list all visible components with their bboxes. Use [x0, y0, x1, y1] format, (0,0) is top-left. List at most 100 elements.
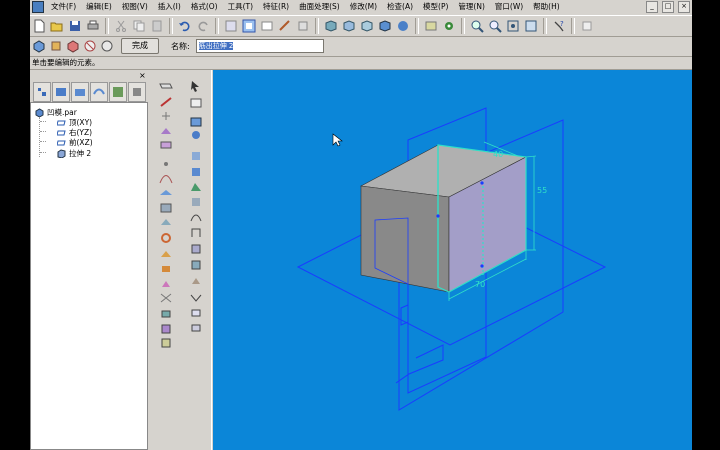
- reorient-icon[interactable]: [523, 18, 539, 34]
- restore-button[interactable]: □: [662, 1, 674, 13]
- close-button[interactable]: ×: [678, 1, 690, 13]
- shell-tool-icon[interactable]: [189, 243, 203, 255]
- layer-tab-icon[interactable]: [52, 82, 70, 102]
- folder-tab-icon[interactable]: [71, 82, 89, 102]
- model-tree-tab-icon[interactable]: [33, 82, 51, 102]
- menu-analysis[interactable]: 检查(A): [382, 0, 418, 14]
- menu-manage[interactable]: 管理(N): [453, 0, 489, 14]
- menu-format[interactable]: 格式(O): [186, 0, 223, 14]
- redo-icon[interactable]: [195, 18, 211, 34]
- menu-window[interactable]: 窗口(W): [490, 0, 528, 14]
- view-iso-icon[interactable]: [359, 18, 375, 34]
- menu-help[interactable]: 帮助(H): [528, 0, 565, 14]
- library-tab-icon[interactable]: [128, 82, 146, 102]
- menu-model[interactable]: 模型(P): [418, 0, 453, 14]
- group-icon[interactable]: [159, 337, 173, 349]
- rib-tool-icon[interactable]: [189, 259, 203, 271]
- cut-icon[interactable]: [113, 18, 129, 34]
- zoom-out-icon[interactable]: [487, 18, 503, 34]
- sketch-icon[interactable]: [277, 18, 293, 34]
- revolve-icon[interactable]: [189, 129, 203, 141]
- curve-icon[interactable]: [159, 173, 173, 185]
- sweep-icon[interactable]: [189, 150, 203, 162]
- hole-icon[interactable]: [159, 232, 173, 244]
- menu-modify[interactable]: 修改(M): [345, 0, 382, 14]
- dimension-depth[interactable]: 40: [493, 150, 503, 159]
- menu-tools[interactable]: 工具(T): [223, 0, 258, 14]
- sphere-icon[interactable]: [395, 18, 411, 34]
- grid-tab-icon[interactable]: [109, 82, 127, 102]
- dimension-width[interactable]: 70: [475, 280, 485, 289]
- extrude-tool-icon[interactable]: [189, 116, 203, 128]
- window-select-icon[interactable]: [259, 18, 275, 34]
- trim-icon[interactable]: [189, 307, 203, 319]
- rib-icon[interactable]: [159, 263, 173, 275]
- hole-tool-icon[interactable]: [189, 227, 203, 239]
- dimension-height[interactable]: 55: [537, 186, 547, 195]
- graphics-viewport[interactable]: 70 55 40: [213, 70, 692, 450]
- view-front-icon[interactable]: [323, 18, 339, 34]
- copy-icon[interactable]: [131, 18, 147, 34]
- analysis-icon[interactable]: [159, 202, 173, 214]
- draft-icon[interactable]: [159, 278, 173, 290]
- select-icon[interactable]: [241, 18, 257, 34]
- help-icon[interactable]: ?: [551, 18, 567, 34]
- sketcher-icon[interactable]: [189, 97, 203, 109]
- view-top-icon[interactable]: [341, 18, 357, 34]
- menu-file[interactable]: 文件(F): [46, 0, 81, 14]
- menu-surface[interactable]: 曲面处理(S): [294, 0, 345, 14]
- menu-feature[interactable]: 特征(R): [258, 0, 294, 14]
- dashboard-icon-1[interactable]: [31, 39, 46, 54]
- tree-item-front-plane[interactable]: 前(XZ): [57, 137, 93, 148]
- paste-icon[interactable]: [149, 18, 165, 34]
- mirror-icon[interactable]: [159, 216, 173, 228]
- dashboard-icon-4[interactable]: [82, 39, 97, 54]
- close-icon[interactable]: ×: [139, 72, 147, 80]
- undo-icon[interactable]: [177, 18, 193, 34]
- window-icon[interactable]: [579, 18, 595, 34]
- blend-icon[interactable]: [189, 166, 203, 178]
- select-arrow-icon[interactable]: [189, 80, 203, 92]
- menu-edit[interactable]: 编辑(E): [81, 0, 117, 14]
- tree-item-extrude[interactable]: 拉伸 2: [57, 148, 91, 159]
- dashboard-icon-5[interactable]: [99, 39, 114, 54]
- dashboard-icon-2[interactable]: [48, 39, 63, 54]
- regenerate-icon[interactable]: [223, 18, 239, 34]
- datum-point-icon[interactable]: [159, 110, 173, 122]
- dashboard-icon-3[interactable]: [65, 39, 80, 54]
- sketch-tool-icon[interactable]: [159, 139, 173, 151]
- minimize-button[interactable]: _: [646, 1, 658, 13]
- menu-view[interactable]: 视图(V): [117, 0, 153, 14]
- draft-tool-icon[interactable]: [189, 275, 203, 287]
- round-icon[interactable]: [159, 292, 173, 304]
- feature-name-input[interactable]: 筋出拉伸 2: [195, 39, 324, 53]
- done-button[interactable]: 完成: [121, 38, 159, 54]
- datum-csys-icon[interactable]: [159, 125, 173, 137]
- shell-icon[interactable]: [159, 248, 173, 260]
- new-file-icon[interactable]: [31, 18, 47, 34]
- settings-icon[interactable]: [441, 18, 457, 34]
- app-icon[interactable]: [32, 1, 44, 13]
- zoom-in-icon[interactable]: [469, 18, 485, 34]
- datum-axis-icon[interactable]: [159, 96, 173, 108]
- display-style-icon[interactable]: [423, 18, 439, 34]
- feature-dashboard: 完成 名称: 筋出拉伸 2: [30, 36, 692, 57]
- surface-icon[interactable]: [159, 187, 173, 199]
- pattern-icon[interactable]: [159, 323, 173, 335]
- boundary-blend-icon[interactable]: [189, 196, 203, 208]
- shaded-icon[interactable]: [377, 18, 393, 34]
- refit-icon[interactable]: [505, 18, 521, 34]
- point-icon[interactable]: [159, 158, 173, 170]
- offset-icon[interactable]: [189, 322, 203, 334]
- menu-insert[interactable]: 插入(I): [153, 0, 186, 14]
- style-icon[interactable]: [189, 212, 203, 224]
- variable-sweep-icon[interactable]: [189, 181, 203, 193]
- save-icon[interactable]: [67, 18, 83, 34]
- chamfer-icon[interactable]: [159, 308, 173, 320]
- favorites-tab-icon[interactable]: [90, 82, 108, 102]
- layer-icon[interactable]: [295, 18, 311, 34]
- merge-icon[interactable]: [189, 292, 203, 304]
- print-icon[interactable]: [85, 18, 101, 34]
- open-folder-icon[interactable]: [49, 18, 65, 34]
- datum-plane-icon[interactable]: [159, 80, 173, 92]
